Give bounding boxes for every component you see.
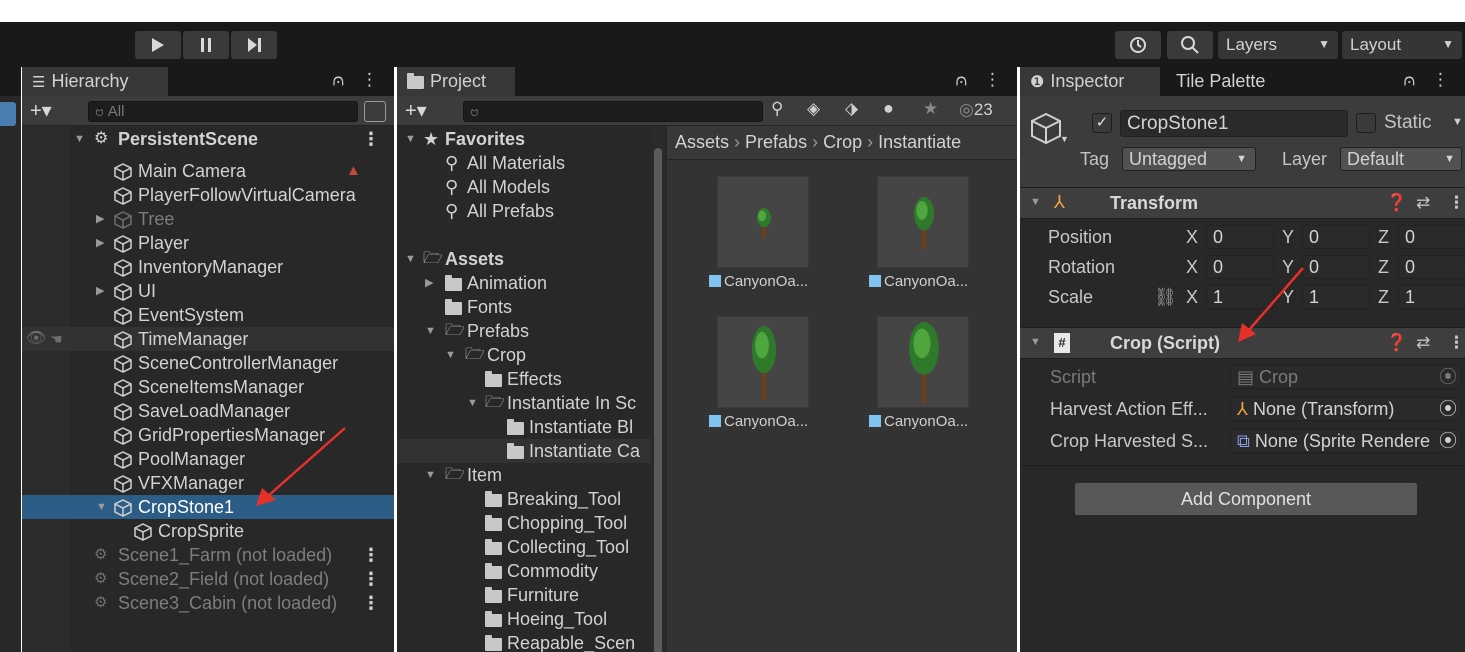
annotation-arrow	[1248, 267, 1304, 331]
annotation-arrow	[267, 427, 346, 497]
annotation-arrows	[256, 267, 1304, 506]
